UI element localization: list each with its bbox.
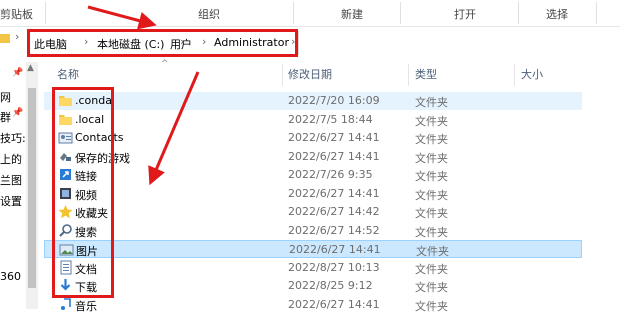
annotation-arrow: [87, 5, 157, 30]
annotation-arrow: [148, 71, 200, 186]
annotation-arrows: [87, 5, 200, 186]
